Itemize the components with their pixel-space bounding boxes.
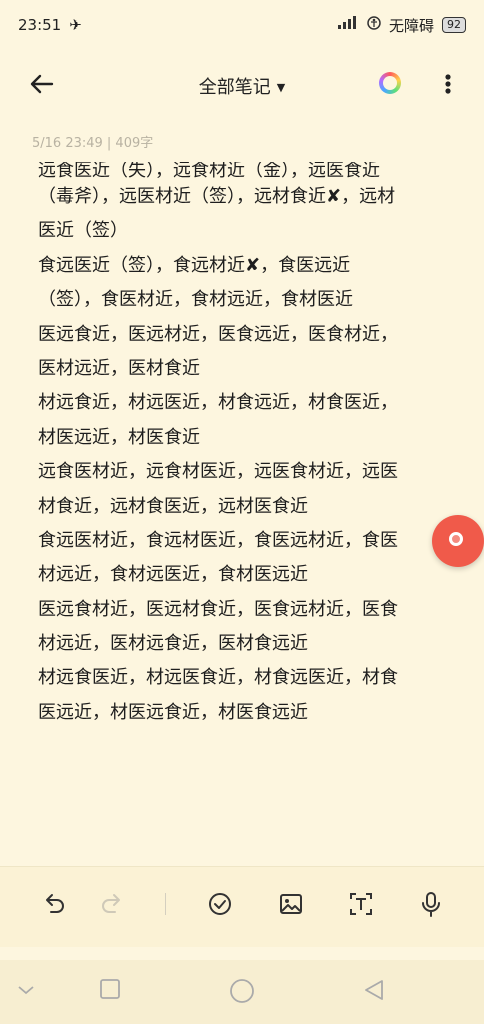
more-options-button[interactable] <box>438 70 458 98</box>
note-line: （毒斧），远医材近（签），远材食近✘，远材 <box>38 186 396 207</box>
undo-button[interactable] <box>38 889 68 919</box>
checklist-button[interactable] <box>205 889 235 919</box>
check-circle-icon <box>209 893 231 915</box>
battery-icon: 92 <box>442 17 466 33</box>
toolbar-divider <box>165 893 166 915</box>
note-line: （签），食医材近，食材远近，食材医近 <box>38 289 353 311</box>
note-line-partial: 远食医近（失），远食材近（金），远医食近 <box>38 162 380 180</box>
nav-hide-button[interactable] <box>16 982 36 1001</box>
airplane-icon: ✈ <box>69 16 82 34</box>
redo-icon <box>102 894 120 913</box>
note-meta: 5/16 23:49 | 409字 <box>32 136 154 151</box>
nav-recents-button[interactable] <box>99 978 121 1004</box>
note-line: 食远医近（签），食远材近✘，食医远近 <box>38 254 351 276</box>
folder-selector[interactable]: 全部笔记 ▼ <box>0 73 484 99</box>
chevron-down-icon <box>18 986 34 995</box>
note-line: 远食医材近，远食材医近，远医食材近，远医 <box>38 461 398 483</box>
status-time: 23:51 <box>18 16 62 34</box>
status-bar: 23:51 ✈ 无障碍 92 <box>0 0 484 50</box>
caret-down-icon: ▼ <box>276 81 286 94</box>
text-recognition-button[interactable] <box>346 889 376 919</box>
status-right: 无障碍 92 <box>337 15 466 36</box>
note-line: 医近（签） <box>38 220 128 242</box>
note-line: 材远近，食材远医近，食材医远近 <box>38 564 308 586</box>
status-left: 23:51 ✈ <box>18 16 82 34</box>
editor-toolbar <box>0 866 484 947</box>
page-title: 全部笔记 <box>198 77 271 98</box>
voice-input-button[interactable] <box>416 889 446 919</box>
note-line: 医远食材近，医远材食近，医食远材近，医食 <box>38 598 398 620</box>
square-icon <box>100 979 120 999</box>
system-nav-bar <box>0 960 484 1024</box>
note-line: 材医远近，材医食近 <box>38 426 200 448</box>
app-bar: 全部笔记 ▼ <box>0 55 484 115</box>
note-line: 医远近，材医远食近，材医食远近 <box>38 701 308 723</box>
microphone-icon <box>422 892 440 917</box>
nav-back-button[interactable] <box>362 978 386 1006</box>
note-line: 材食近，远材食医近，远材医食近 <box>38 495 308 517</box>
text-scan-icon <box>350 893 372 915</box>
color-theme-button[interactable] <box>379 72 401 94</box>
triangle-back-icon <box>365 980 383 1000</box>
note-line: 材远近，医材远食近，医材食远近 <box>38 633 308 655</box>
floating-record-button[interactable] <box>432 515 484 567</box>
note-line: 材远食医近，材远医食近，材食远医近，材食 <box>38 667 398 689</box>
note-line: 食远医材近，食远材医近，食医远材近，食医 <box>38 529 398 551</box>
note-line: 医材远近，医材食近 <box>38 357 200 379</box>
accessibility-icon <box>367 16 381 34</box>
undo-icon <box>46 894 64 913</box>
more-vertical-icon <box>445 74 451 94</box>
note-line: 医远食近，医远材近，医食远近，医食材近， <box>38 323 398 345</box>
note-line: 材远食近，材远医近，材食远近，材食医近， <box>38 392 398 414</box>
image-icon <box>280 894 302 914</box>
redo-button[interactable] <box>98 889 128 919</box>
nav-home-button[interactable] <box>229 978 255 1008</box>
signal-icon <box>337 16 359 34</box>
accessibility-label: 无障碍 <box>388 16 434 35</box>
circle-icon <box>230 979 254 1003</box>
insert-image-button[interactable] <box>276 889 306 919</box>
note-content[interactable]: 远食医近（失），远食材近（金），远医食近 （毒斧），远医材近（签），远材食近✘，… <box>38 162 448 730</box>
